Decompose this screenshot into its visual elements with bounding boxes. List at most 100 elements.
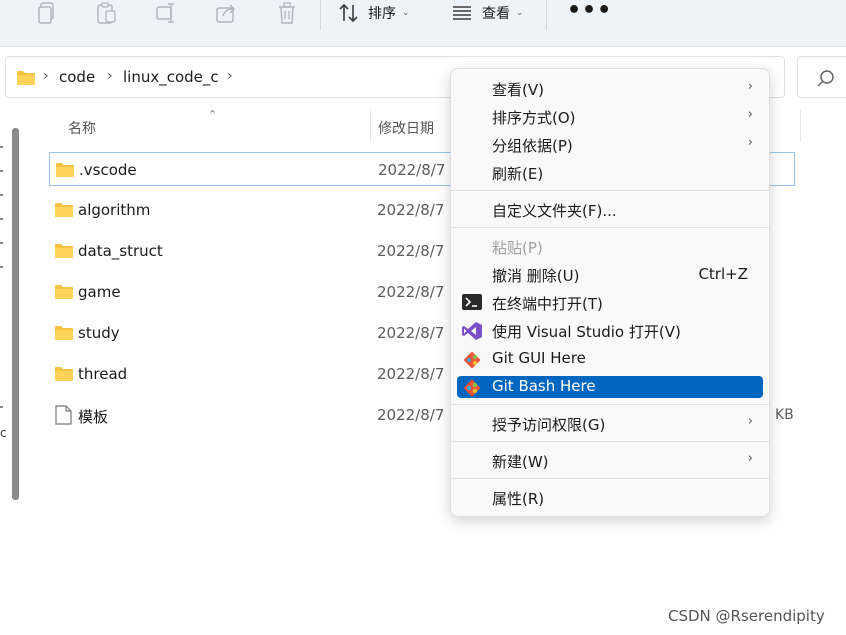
menu-item-grant-access[interactable]: 授予访问权限(G) ›: [457, 413, 763, 435]
menu-item-label: 授予访问权限(G): [492, 416, 606, 434]
menu-item-label: 粘贴(P): [492, 239, 543, 257]
menu-item-label: 排序方式(O): [492, 109, 576, 127]
file-name: study: [78, 324, 120, 342]
nav-tick: [0, 146, 3, 148]
sort-ascending-icon: ⌃: [208, 108, 218, 121]
menu-separator: [451, 227, 769, 228]
watermark-text: CSDN @Rserendipity: [668, 607, 825, 625]
terminal-icon: [462, 294, 482, 314]
chevron-down-icon: ⌄: [516, 8, 524, 18]
chevron-right-icon: ›: [107, 68, 113, 84]
nav-tick: [0, 242, 3, 244]
chevron-right-icon: ›: [747, 451, 753, 466]
file-size-suffix: KB: [775, 407, 794, 423]
command-bar: 排序 ⌄ 查看 ⌄ •••: [0, 0, 846, 47]
menu-item-label: 撤消 删除(U): [492, 267, 580, 285]
chevron-right-icon: ›: [747, 135, 753, 150]
menu-item-open-visual-studio[interactable]: 使用 Visual Studio 打开(V): [457, 320, 763, 342]
nav-truncated-label: c: [0, 426, 7, 440]
search-icon: [817, 70, 834, 87]
breadcrumb-linux-code-c[interactable]: linux_code_c: [123, 68, 219, 86]
file-name: data_struct: [78, 242, 163, 260]
nav-tick: [0, 170, 3, 172]
file-date: 2022/8/7: [377, 365, 445, 383]
menu-separator: [451, 404, 769, 405]
column-divider[interactable]: [800, 110, 801, 142]
menu-item-label: 使用 Visual Studio 打开(V): [492, 323, 681, 341]
document-icon: [55, 405, 72, 429]
paste-icon[interactable]: [94, 0, 120, 26]
menu-item-group-by[interactable]: 分组依据(P) ›: [457, 134, 763, 156]
menu-separator: [451, 478, 769, 479]
menu-item-label: Git Bash Here: [492, 377, 596, 395]
file-name: game: [78, 283, 121, 301]
toolbar-divider: [320, 0, 321, 30]
menu-item-new[interactable]: 新建(W) ›: [457, 450, 763, 472]
sort-label: 排序: [368, 6, 396, 22]
menu-item-label: 新建(W): [492, 453, 549, 471]
view-label: 查看: [482, 6, 510, 22]
file-name: thread: [78, 365, 128, 383]
chevron-right-icon: ›: [747, 79, 753, 94]
context-menu: 查看(V) › 排序方式(O) › 分组依据(P) › 刷新(E) 自定义文件夹…: [450, 68, 770, 517]
more-options-button[interactable]: •••: [567, 0, 612, 22]
menu-item-view[interactable]: 查看(V) ›: [457, 78, 763, 100]
column-header-modified[interactable]: 修改日期: [378, 118, 434, 138]
menu-item-undo-delete[interactable]: 撤消 删除(U) Ctrl+Z: [457, 264, 763, 286]
delete-icon[interactable]: [274, 0, 300, 26]
menu-item-label: 刷新(E): [492, 165, 544, 183]
menu-item-paste: 粘贴(P): [457, 236, 763, 258]
folder-icon: [54, 202, 74, 222]
sort-icon: [338, 3, 360, 23]
search-box[interactable]: [797, 56, 846, 98]
file-date: 2022/8/7: [377, 242, 445, 260]
copy-icon[interactable]: [34, 0, 60, 26]
folder-icon: [16, 70, 36, 90]
view-list-icon: [452, 5, 472, 21]
nav-tick: [0, 194, 3, 196]
visual-studio-icon: [462, 322, 482, 344]
chevron-right-icon[interactable]: ›: [227, 68, 233, 84]
folder-icon: [55, 162, 75, 182]
view-button[interactable]: 查看 ⌄: [452, 0, 524, 26]
file-date: 2022/8/7: [377, 406, 445, 424]
file-date: 2022/8/7: [377, 324, 445, 342]
folder-icon: [54, 243, 74, 263]
menu-item-refresh[interactable]: 刷新(E): [457, 162, 763, 184]
menu-item-label: 属性(R): [492, 490, 545, 508]
menu-item-label: Git GUI Here: [492, 349, 586, 367]
menu-item-label: 分组依据(P): [492, 137, 573, 155]
menu-separator: [451, 190, 769, 191]
column-divider[interactable]: [370, 110, 371, 142]
shortcut-label: Ctrl+Z: [698, 265, 748, 283]
menu-item-git-gui[interactable]: Git GUI Here: [457, 348, 763, 370]
menu-item-properties[interactable]: 属性(R): [457, 487, 763, 509]
menu-item-customize-folder[interactable]: 自定义文件夹(F)...: [457, 199, 763, 221]
file-date: 2022/8/7: [378, 161, 446, 179]
menu-item-open-terminal[interactable]: 在终端中打开(T): [457, 292, 763, 314]
column-header-name[interactable]: 名称: [68, 118, 96, 138]
nav-tick: [0, 218, 3, 220]
folder-icon: [54, 284, 74, 304]
chevron-right-icon: ›: [747, 414, 753, 429]
folder-icon: [54, 366, 74, 386]
share-icon[interactable]: [214, 0, 240, 26]
file-date: 2022/8/7: [377, 201, 445, 219]
toolbar-divider: [546, 0, 547, 30]
nav-tick: [0, 266, 3, 268]
nav-tick: [0, 406, 3, 408]
nav-scrollbar[interactable]: [12, 128, 19, 500]
menu-item-label: 查看(V): [492, 81, 544, 99]
file-name: .vscode: [79, 161, 137, 179]
navigation-pane: c: [0, 108, 28, 635]
rename-icon[interactable]: [154, 0, 180, 26]
menu-item-label: 在终端中打开(T): [492, 295, 603, 313]
menu-item-sort-by[interactable]: 排序方式(O) ›: [457, 106, 763, 128]
breadcrumb-code[interactable]: code: [59, 68, 95, 86]
file-date: 2022/8/7: [377, 283, 445, 301]
menu-item-git-bash[interactable]: Git Bash Here: [457, 376, 763, 398]
git-gui-icon: [462, 350, 482, 374]
file-name: algorithm: [78, 201, 151, 219]
sort-button[interactable]: 排序 ⌄: [338, 0, 410, 26]
git-bash-icon: [462, 378, 482, 402]
